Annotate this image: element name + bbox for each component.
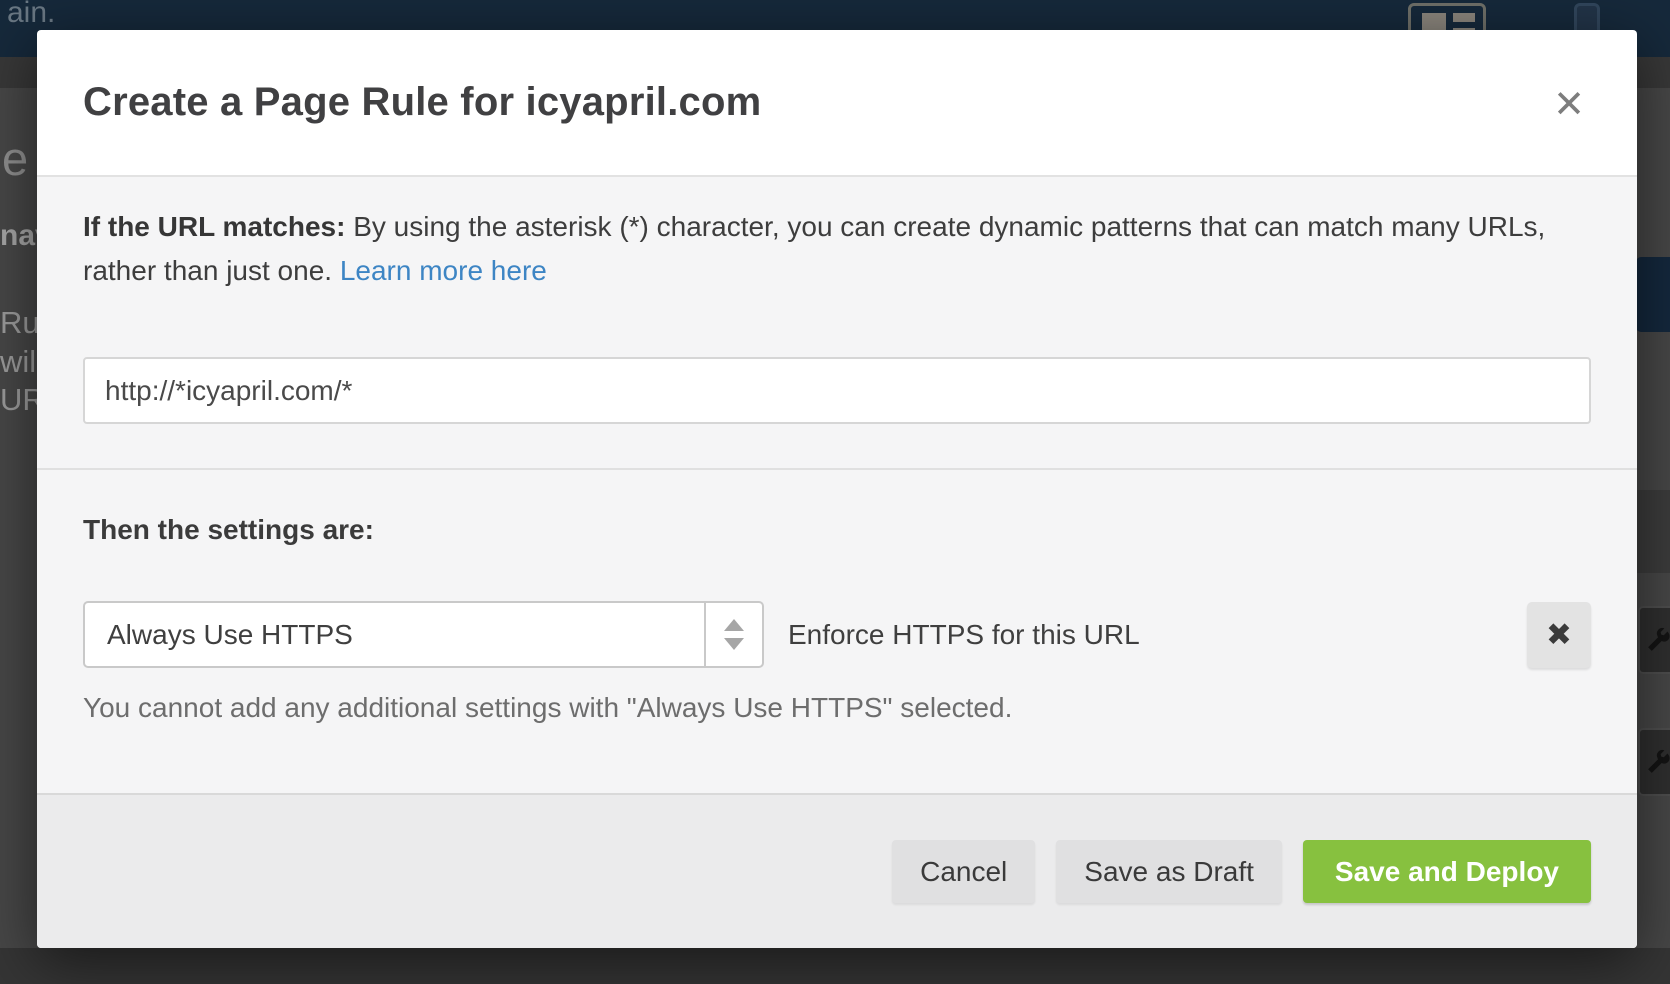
wrench-icon bbox=[1645, 749, 1670, 776]
create-page-rule-dialog: Create a Page Rule for icyapril.com ✕ If… bbox=[37, 30, 1637, 948]
url-match-description: If the URL matches: By using the asteris… bbox=[83, 205, 1559, 293]
select-updown-icon bbox=[704, 603, 762, 666]
background-blue-button bbox=[1636, 257, 1670, 332]
close-icon[interactable]: ✕ bbox=[1547, 82, 1591, 126]
settings-section: Then the settings are: Always Use HTTPS … bbox=[37, 514, 1637, 724]
page-overlay: ain. e nav Ru will UR Create a Page Rule… bbox=[0, 0, 1670, 984]
background-header-text: ain. bbox=[7, 0, 55, 30]
url-match-label: If the URL matches: bbox=[83, 211, 345, 242]
learn-more-link[interactable]: Learn more here bbox=[340, 255, 547, 286]
chevron-up-icon bbox=[724, 619, 744, 631]
setting-select-value: Always Use HTTPS bbox=[85, 603, 704, 666]
setting-row: Always Use HTTPS Enforce HTTPS for this … bbox=[83, 601, 1591, 668]
url-pattern-input[interactable] bbox=[83, 357, 1591, 424]
wrench-icon bbox=[1645, 627, 1670, 654]
background-text-fragment: Ru bbox=[0, 305, 40, 341]
remove-x-icon: ✖ bbox=[1546, 617, 1572, 653]
save-and-deploy-button[interactable]: Save and Deploy bbox=[1303, 840, 1591, 903]
dialog-footer: Cancel Save as Draft Save and Deploy bbox=[37, 793, 1637, 948]
dialog-header: Create a Page Rule for icyapril.com ✕ bbox=[37, 30, 1637, 175]
setting-note: You cannot add any additional settings w… bbox=[83, 692, 1591, 724]
url-match-section: If the URL matches: By using the asteris… bbox=[37, 177, 1637, 424]
remove-setting-button[interactable]: ✖ bbox=[1527, 602, 1591, 668]
section-divider bbox=[37, 468, 1637, 470]
settings-heading: Then the settings are: bbox=[83, 514, 1591, 546]
setting-select[interactable]: Always Use HTTPS bbox=[83, 601, 764, 668]
background-page-area bbox=[0, 948, 1670, 984]
dialog-title: Create a Page Rule for icyapril.com bbox=[83, 80, 761, 125]
background-rule-edit-button bbox=[1638, 728, 1670, 796]
background-rule-edit-button bbox=[1638, 606, 1670, 674]
chevron-down-icon bbox=[724, 638, 744, 650]
save-as-draft-button[interactable]: Save as Draft bbox=[1056, 840, 1282, 903]
cancel-button[interactable]: Cancel bbox=[892, 840, 1035, 903]
background-row bbox=[1636, 490, 1670, 573]
setting-description: Enforce HTTPS for this URL bbox=[788, 619, 1140, 651]
background-text-fragment: e bbox=[2, 131, 28, 186]
dialog-body: If the URL matches: By using the asteris… bbox=[37, 175, 1637, 793]
